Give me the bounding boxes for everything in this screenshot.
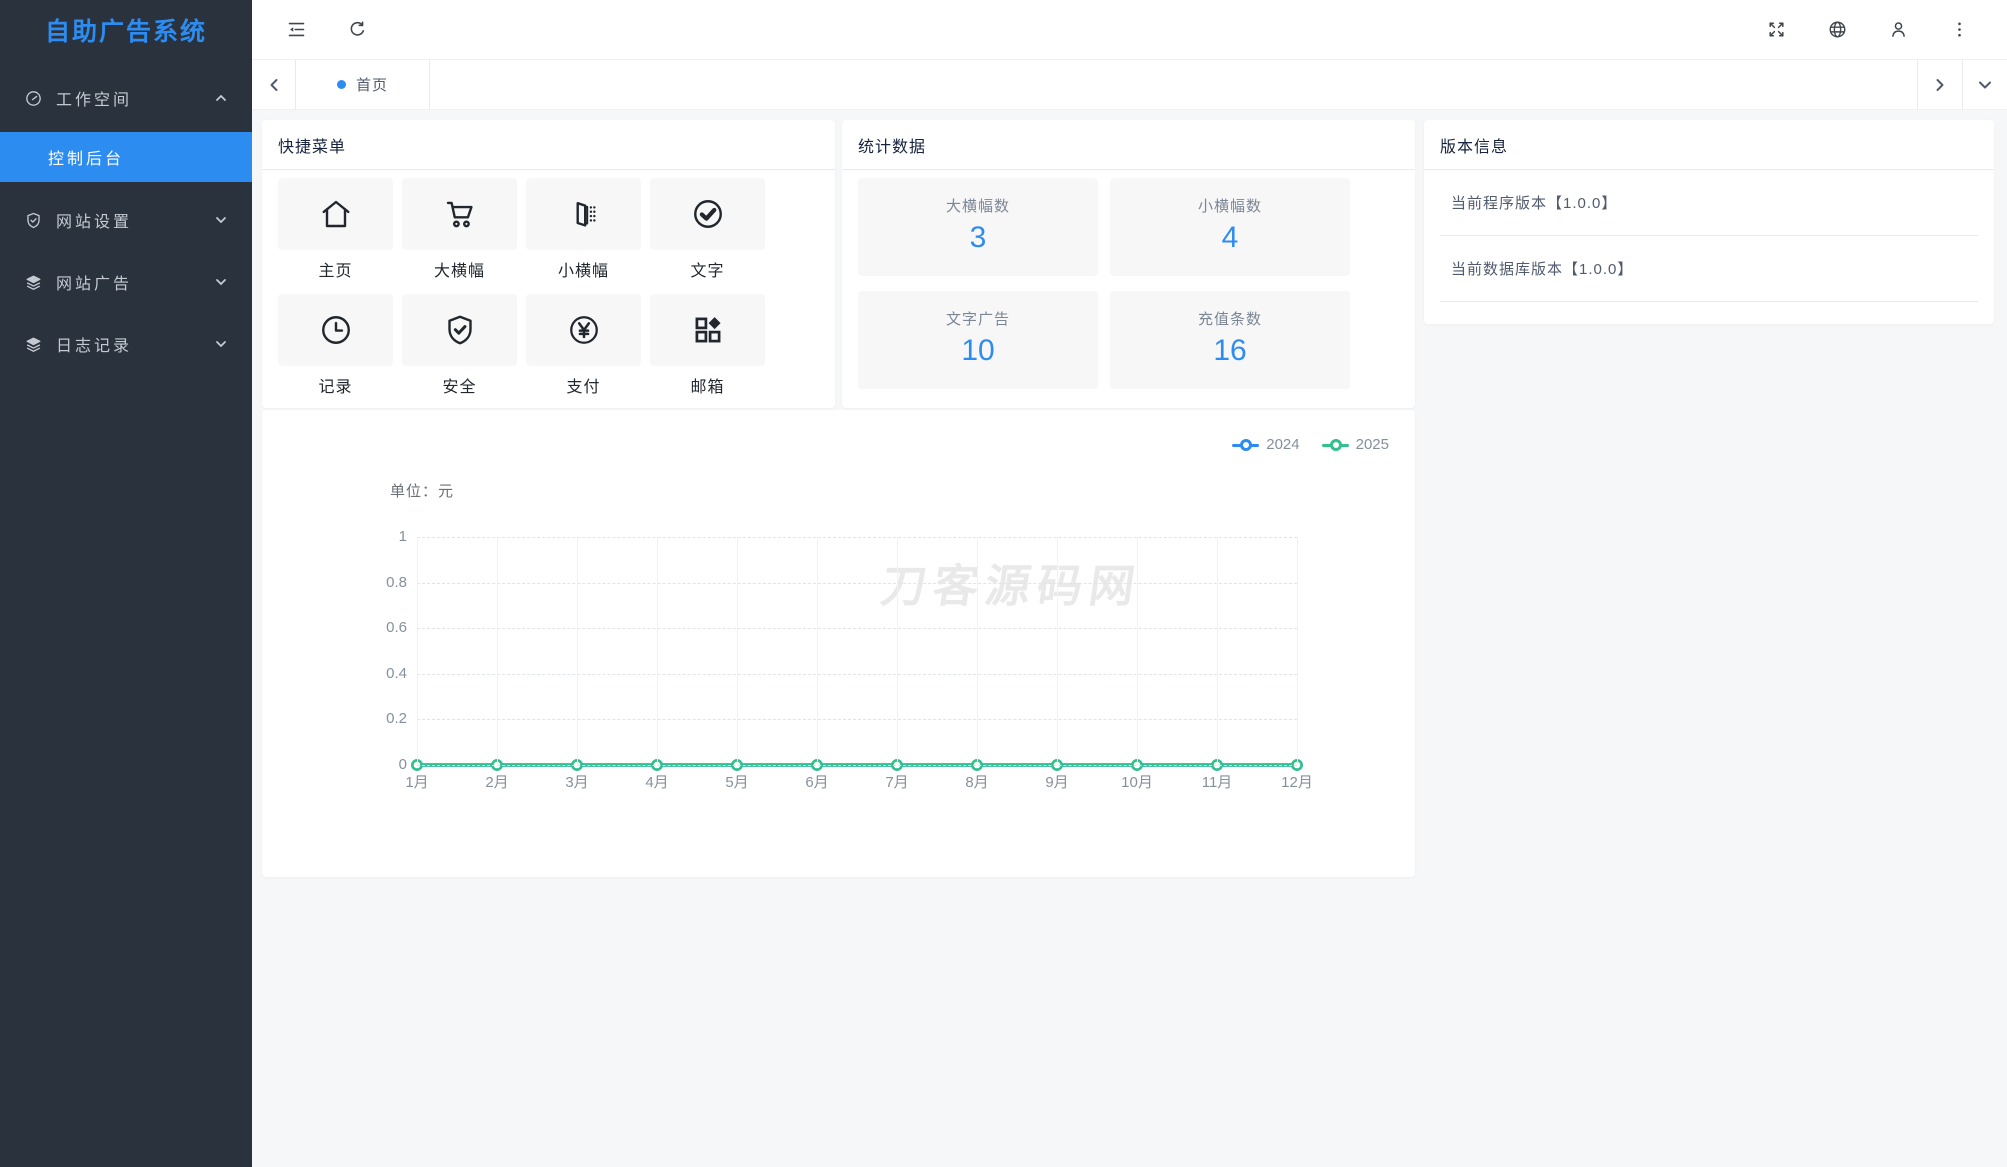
collapse-sidebar-button[interactable]	[276, 10, 316, 50]
sidebar-item-logs[interactable]: 日志记录	[0, 320, 252, 368]
quick-item-records[interactable]: 记录	[278, 294, 393, 397]
sidebar-item-label: 网站设置	[56, 214, 133, 231]
y-axis-tick: 0.2	[386, 710, 407, 728]
chevron-up-icon	[214, 91, 228, 105]
tabs-scroll-right-button[interactable]	[1917, 60, 1962, 109]
legend-item-2024[interactable]: 2024	[1232, 436, 1300, 453]
x-axis-tick: 6月	[805, 774, 829, 791]
sidebar-item-label: 网站广告	[56, 276, 133, 293]
tabbar-filler	[430, 60, 1917, 109]
yen-circle-icon	[566, 312, 602, 348]
sidebar-item-label: 工作空间	[56, 92, 133, 109]
banner-dots-icon	[566, 196, 602, 232]
clock-icon	[318, 312, 354, 348]
stat-recharge-count: 充值条数 16	[1110, 291, 1350, 389]
home-icon	[318, 196, 354, 232]
quick-menu-card: 快捷菜单 主页 大横幅 小横幅 文字 记录 安全 支付 邮箱	[262, 120, 835, 408]
dashboard-icon	[24, 89, 43, 108]
stats-card: 统计数据 大横幅数 3 小横幅数 4 文字广告 10 充值条数 16	[842, 120, 1415, 408]
version-card: 版本信息 当前程序版本【1.0.0】 当前数据库版本【1.0.0】	[1424, 120, 1994, 324]
y-axis-tick: 0.4	[386, 664, 407, 682]
tabs-scroll-left-button[interactable]	[252, 60, 296, 109]
cart-icon	[442, 196, 478, 232]
x-axis-tick: 8月	[965, 774, 989, 791]
chart-card: 2024 2025 单位：元 刀客源码网 0 0.2 0.4 0.6 0.8 1 1月 2月 3…	[262, 410, 1415, 877]
shield-check-icon	[442, 312, 478, 348]
layers-icon	[24, 335, 43, 354]
sidebar-item-site-ads[interactable]: 网站广告	[0, 258, 252, 306]
sidebar-item-site-settings[interactable]: 网站设置	[0, 196, 252, 244]
legend-marker-icon	[1321, 438, 1349, 451]
legend-marker-icon	[1232, 438, 1260, 451]
program-version-row: 当前程序版本【1.0.0】	[1440, 170, 1978, 236]
chart-body: 2024 2025 单位：元 刀客源码网 0 0.2 0.4 0.6 0.8 1 1月 2月 3…	[262, 410, 1415, 877]
y-axis-tick: 0	[398, 756, 407, 773]
card-title: 统计数据	[842, 120, 1415, 170]
more-menu-icon[interactable]	[1939, 10, 1979, 50]
check-circle-icon	[690, 196, 726, 232]
top-header	[252, 0, 2007, 60]
x-axis-tick: 5月	[725, 774, 749, 791]
x-axis-tick: 2月	[485, 774, 509, 791]
quick-item-text[interactable]: 文字	[650, 178, 765, 281]
quick-item-home[interactable]: 主页	[278, 178, 393, 281]
card-title: 快捷菜单	[262, 120, 835, 170]
tabs-dropdown-button[interactable]	[1962, 60, 2007, 109]
x-axis-tick: 3月	[565, 774, 589, 791]
sidebar-subitem-label: 控制后台	[48, 151, 125, 168]
database-version-row: 当前数据库版本【1.0.0】	[1440, 236, 1978, 302]
sidebar: 自助广告系统 工作空间 控制后台 网站设置 网站广告 日志记录	[0, 0, 252, 1167]
x-axis-tick: 11月	[1201, 774, 1233, 791]
stat-big-banner-count: 大横幅数 3	[858, 178, 1098, 276]
quick-item-security[interactable]: 安全	[402, 294, 517, 397]
legend-item-2025[interactable]: 2025	[1321, 436, 1389, 453]
quick-item-payment[interactable]: 支付	[526, 294, 641, 397]
chart-unit-label: 单位：元	[390, 483, 455, 500]
quick-item-small-banner[interactable]: 小横幅	[526, 178, 641, 281]
tab-label: 首页	[355, 77, 388, 94]
x-axis-tick: 1月	[405, 774, 429, 791]
x-axis-tick: 10月	[1121, 774, 1153, 791]
sidebar-item-label: 日志记录	[56, 338, 133, 355]
components-icon	[690, 312, 726, 348]
chevron-down-icon	[214, 337, 228, 351]
y-axis-tick: 0.6	[386, 619, 407, 637]
x-axis-tick: 9月	[1045, 774, 1069, 791]
quick-item-mailbox[interactable]: 邮箱	[650, 294, 765, 397]
chart-legend: 2024 2025	[1232, 436, 1389, 453]
chevron-down-icon	[214, 213, 228, 227]
quick-item-big-banner[interactable]: 大横幅	[402, 178, 517, 281]
sidebar-item-workspace[interactable]: 工作空间	[0, 74, 252, 122]
active-tab-dot	[336, 80, 346, 89]
main-content: 快捷菜单 主页 大横幅 小横幅 文字 记录 安全 支付 邮箱 统计数据 大横幅数…	[252, 110, 2007, 1167]
sidebar-subitem-control-backend[interactable]: 控制后台	[0, 132, 252, 182]
layers-icon	[24, 273, 43, 292]
card-title: 版本信息	[1424, 120, 1994, 170]
tab-home[interactable]: 首页	[296, 60, 430, 109]
x-axis-tick: 7月	[885, 774, 909, 791]
shield-check-icon	[24, 211, 43, 230]
tab-bar: 首页	[252, 60, 2007, 110]
y-axis-tick: 1	[398, 528, 407, 545]
app-title: 自助广告系统	[44, 18, 207, 46]
stat-small-banner-count: 小横幅数 4	[1110, 178, 1350, 276]
chart-plot	[411, 537, 1303, 771]
y-axis-tick: 0.8	[386, 573, 407, 591]
fullscreen-icon[interactable]	[1756, 10, 1796, 50]
user-icon[interactable]	[1878, 10, 1918, 50]
chevron-down-icon	[214, 275, 228, 289]
globe-icon[interactable]	[1817, 10, 1857, 50]
refresh-icon[interactable]	[337, 10, 377, 50]
x-axis-tick: 4月	[645, 774, 669, 791]
stat-text-ad-count: 文字广告 10	[858, 291, 1098, 389]
x-axis-tick: 12月	[1281, 774, 1313, 791]
